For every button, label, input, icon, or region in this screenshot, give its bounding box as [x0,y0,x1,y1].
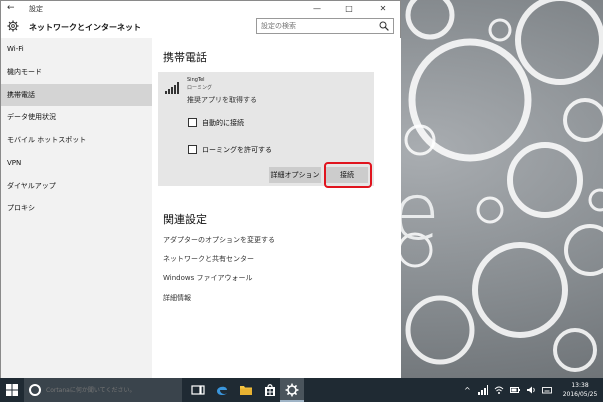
carrier-name: SingTel [187,77,205,83]
window-title: 設定 [29,5,43,13]
store-button[interactable] [258,378,282,402]
system-tray: ^ 13:38 2016/05/25 [458,378,603,402]
task-view-button[interactable] [186,378,210,402]
keyboard-icon[interactable] [542,385,552,395]
sidebar-item-data-usage[interactable]: データ使用状況 [1,106,152,128]
connect-button-highlight [324,162,372,188]
sidebar-item-cellular[interactable]: 携帯電話 [1,84,152,106]
sidebar-item-mobile-hotspot[interactable]: モバイル ホットスポット [1,129,152,151]
volume-icon[interactable] [526,385,536,395]
settings-window: ← 設定 — □ ✕ ネットワークとインターネット Wi-Fi 機内モ [0,0,401,378]
clock-date: 2016/05/25 [562,391,598,398]
task-view-icon [191,385,205,395]
sidebar-item-vpn[interactable]: VPN [1,152,152,174]
settings-search[interactable] [256,18,394,34]
page-title: 携帯電話 [163,51,207,64]
sidebar-item-wifi[interactable]: Wi-Fi [1,38,152,60]
title-bar: ← 設定 — □ ✕ [1,1,400,16]
cortana-input[interactable] [46,383,178,397]
wifi-icon[interactable] [494,385,504,395]
section-header-title: ネットワークとインターネット [29,23,141,32]
sidebar-item-proxy[interactable]: プロキシ [1,197,152,219]
close-button[interactable]: ✕ [369,1,397,16]
related-settings-title: 関連設定 [163,213,207,226]
link-adapter-options[interactable]: アダプターのオプションを変更する [163,235,275,245]
sidebar-item-dial-up[interactable]: ダイヤルアップ [1,175,152,197]
windows-start-icon[interactable] [6,384,18,396]
signal-strength-icon [165,82,179,94]
allow-roaming-box[interactable] [188,145,197,154]
sidebar: Wi-Fi 機内モード 携帯電話 データ使用状況 モバイル ホットスポット VP… [1,38,152,378]
maximize-button[interactable]: □ [335,1,363,16]
taskbar: ^ 13:38 2016/05/25 [0,378,603,402]
connection-status: 推奨アプリを取得する [187,96,257,104]
allow-roaming-checkbox[interactable]: ローミングを許可する [188,144,338,156]
minimize-button[interactable]: — [303,1,331,16]
settings-header: ネットワークとインターネット [1,16,400,38]
folder-icon [240,386,252,395]
auto-connect-box[interactable] [188,118,197,127]
settings-gear-icon [285,383,299,397]
search-icon[interactable] [379,21,389,31]
link-more-info[interactable]: 詳細情報 [163,293,191,303]
file-explorer-button[interactable] [234,378,258,402]
search-input[interactable] [257,19,373,33]
link-network-sharing-center[interactable]: ネットワークと共有センター [163,254,254,264]
settings-taskbar-button[interactable] [280,378,304,402]
auto-connect-checkbox[interactable]: 自動的に接続 [188,117,338,129]
advanced-options-button[interactable]: 詳細オプション [269,167,321,183]
cortana-icon[interactable] [29,384,41,396]
edge-icon [217,386,227,396]
sidebar-item-airplane-mode[interactable]: 機内モード [1,61,152,83]
carrier-roaming-status: ローミング [187,85,213,91]
store-bag-icon [265,384,275,396]
auto-connect-label[interactable]: 自動的に接続 [202,118,244,128]
edge-browser-button[interactable] [210,378,234,402]
allow-roaming-label[interactable]: ローミングを許可する [202,145,272,155]
back-arrow-icon[interactable]: ← [7,3,15,13]
link-windows-firewall[interactable]: Windows ファイアウォール [163,273,252,283]
taskbar-clock[interactable]: 13:38 2016/05/25 [562,381,598,399]
cortana-search-box[interactable] [24,378,182,402]
clock-time: 13:38 [571,382,589,389]
main-content: 携帯電話 SingTel ローミング 推奨アプリを取得する 自動的に接続 ローミ… [152,38,401,378]
show-hidden-icons-chevron[interactable]: ^ [464,386,471,395]
battery-icon[interactable] [510,385,520,395]
gear-icon [7,20,19,32]
network-icon[interactable] [478,385,488,395]
